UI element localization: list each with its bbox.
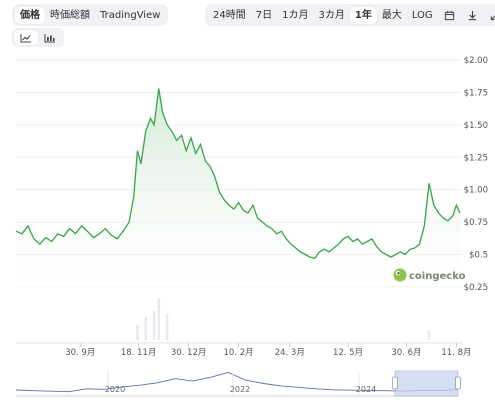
price-area	[16, 88, 460, 296]
coingecko-logo	[393, 268, 407, 282]
y-tick-label: $1.75	[464, 88, 488, 98]
x-tick-label: 12. 5月	[333, 348, 363, 358]
range-1y[interactable]: 1年	[349, 6, 377, 24]
y-tick-label: $1.25	[464, 153, 488, 163]
tab-market-cap[interactable]: 時価総額	[45, 7, 95, 24]
navigator-line	[15, 372, 459, 393]
download-icon[interactable]	[461, 7, 484, 24]
x-tick-label: 18. 11月	[121, 348, 157, 358]
calendar-icon[interactable]	[438, 7, 461, 24]
x-tick-label: 24. 3月	[275, 348, 305, 358]
x-tick-label: 30. 12月	[171, 348, 207, 358]
y-tick-label: $0.75	[464, 218, 488, 228]
candlestick-chart-icon[interactable]	[38, 30, 62, 45]
navigator-tick-label: 2020	[105, 385, 125, 394]
view-tabs: 価格 時価総額 TradingView	[12, 4, 169, 26]
navigator-handle[interactable]	[392, 376, 398, 390]
price-line	[15, 88, 461, 260]
volume-bar	[427, 329, 431, 340]
price-chart[interactable]: $2.00$1.75$1.50$1.25$1.00$0.75$0.5$0.25 …	[0, 0, 495, 400]
y-tick-label: $2.00	[464, 56, 488, 66]
navigator-selection[interactable]	[394, 370, 459, 397]
volume-bar	[152, 310, 156, 340]
x-tick-label: 10. 2月	[224, 348, 254, 358]
volume-bar	[136, 325, 139, 340]
y-tick-label: $0.5	[469, 251, 488, 261]
tab-tradingview[interactable]: TradingView	[95, 7, 165, 24]
x-tick-label: 30. 9月	[65, 348, 95, 358]
fullscreen-icon[interactable]	[484, 7, 495, 24]
range-1m[interactable]: 1カ月	[277, 7, 313, 24]
volume-bar	[144, 316, 147, 340]
y-tick-label: $0.25	[464, 283, 488, 293]
y-tick-label: $1.50	[464, 121, 488, 131]
tab-price[interactable]: 価格	[15, 6, 45, 24]
range-log[interactable]: LOG	[407, 7, 438, 24]
watermark-text: coingecko	[409, 271, 466, 282]
range-24h[interactable]: 24時間	[208, 7, 251, 24]
navigator-tick-label: 2022	[230, 385, 250, 394]
range-3m[interactable]: 3カ月	[313, 7, 349, 24]
volume-bar	[157, 298, 161, 340]
chart-type-selector	[12, 28, 64, 47]
range-selector: 24時間 7日 1カ月 3カ月 1年 最大 LOG	[205, 4, 495, 26]
volume-bar	[165, 314, 169, 340]
range-max[interactable]: 最大	[377, 7, 407, 24]
navigator-handle[interactable]	[455, 376, 461, 390]
navigator-tick-label: 2024	[356, 385, 376, 394]
x-tick-label: 11. 8月	[441, 348, 471, 358]
line-chart-icon[interactable]	[14, 30, 38, 45]
range-7d[interactable]: 7日	[251, 7, 277, 24]
x-tick-label: 30. 6月	[391, 348, 421, 358]
y-tick-label: $1.00	[464, 186, 488, 196]
